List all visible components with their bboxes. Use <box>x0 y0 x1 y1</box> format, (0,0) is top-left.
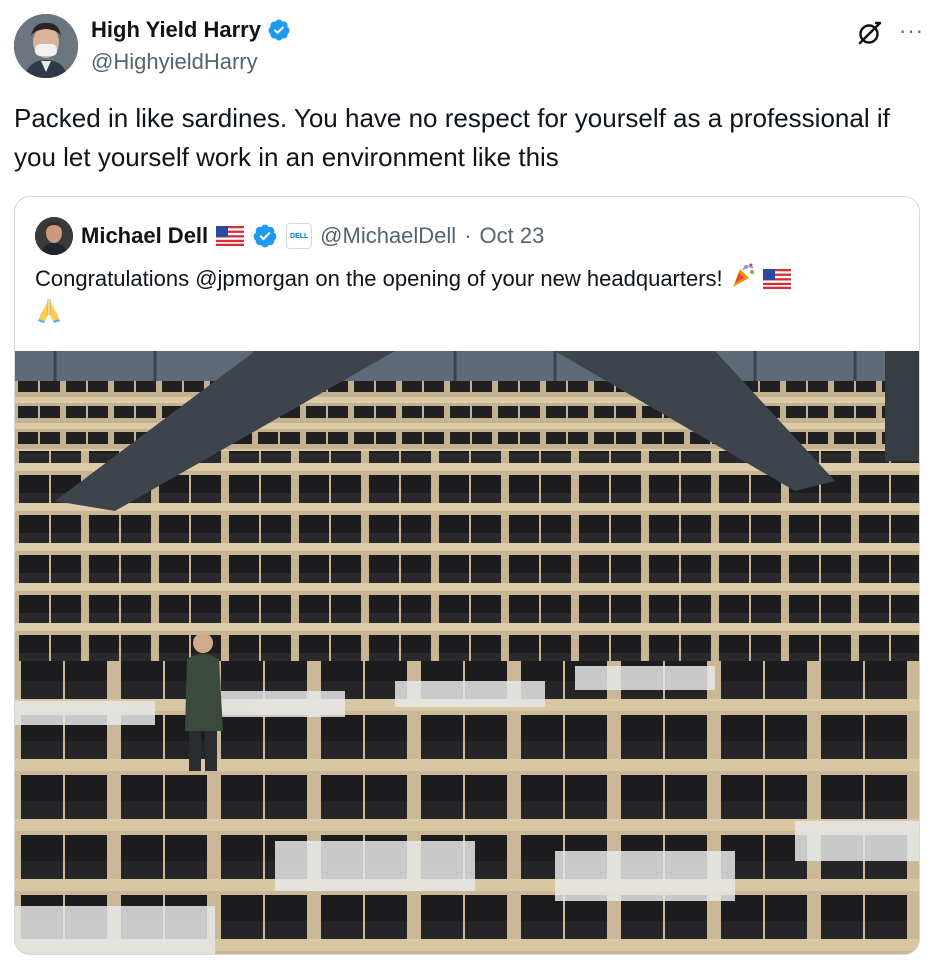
quoted-handle[interactable]: @MichaelDell <box>320 223 456 249</box>
quoted-text: Congratulations @jpmorgan on the opening… <box>35 266 723 291</box>
tweet-header: High Yield Harry @HighyieldHarry ··· <box>14 14 924 78</box>
us-flag-icon <box>216 226 245 246</box>
grok-icon[interactable] <box>855 20 883 48</box>
quoted-header: Michael Dell DELL @MichaelDell · Oct 23 <box>35 217 544 255</box>
more-options-icon[interactable]: ··· <box>899 20 924 42</box>
trading-floor-image <box>15 351 919 954</box>
folded-hands-icon <box>38 299 60 323</box>
quoted-date[interactable]: Oct 23 <box>480 223 545 249</box>
quoted-text-block: Congratulations @jpmorgan on the opening… <box>35 261 905 329</box>
author-avatar[interactable] <box>14 14 78 78</box>
us-flag-emoji-icon <box>762 269 791 289</box>
author-name-row: High Yield Harry <box>91 17 291 43</box>
quoted-separator: · <box>464 223 472 248</box>
quoted-verified-badge-icon <box>253 224 277 248</box>
author-display-name[interactable]: High Yield Harry <box>91 17 261 43</box>
author-handle[interactable]: @HighyieldHarry <box>91 49 258 75</box>
quoted-display-name[interactable]: Michael Dell <box>81 223 208 249</box>
tweet-text: Packed in like sardines. You have no res… <box>14 103 890 172</box>
quoted-avatar[interactable] <box>35 217 73 255</box>
quoted-tweet[interactable]: Michael Dell DELL @MichaelDell · Oct 23 … <box>14 196 920 955</box>
top-actions: ··· <box>855 20 924 48</box>
party-popper-icon <box>732 263 754 287</box>
verified-badge-icon <box>268 19 290 41</box>
quoted-photo[interactable] <box>15 351 919 954</box>
dell-affiliate-badge-icon[interactable]: DELL <box>286 223 313 249</box>
